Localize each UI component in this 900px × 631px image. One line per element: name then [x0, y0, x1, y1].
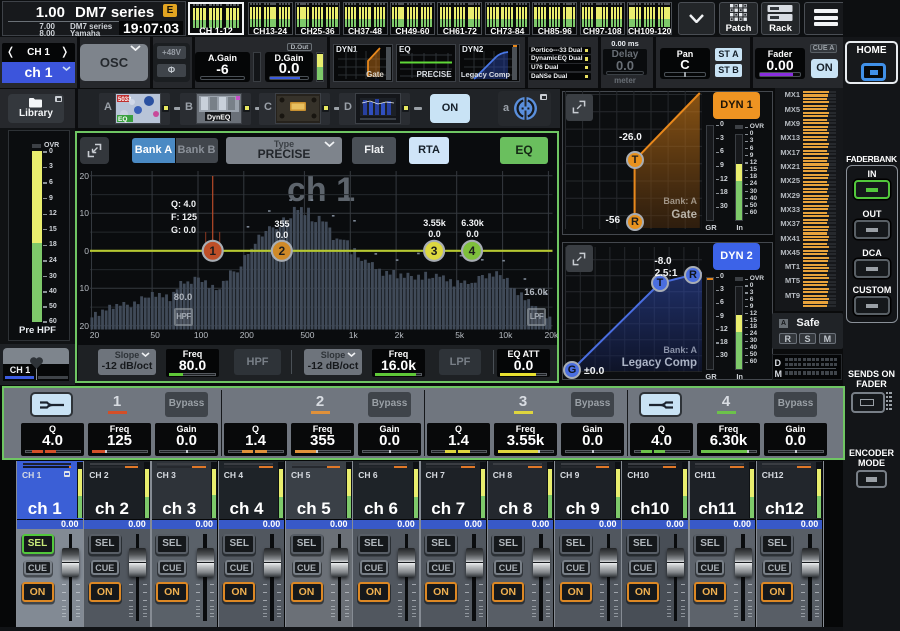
svg-text:2: 2 — [278, 244, 285, 258]
svg-text:3: 3 — [431, 244, 438, 258]
svg-text:DynEQ: DynEQ — [207, 115, 231, 122]
svg-text:4: 4 — [469, 244, 476, 258]
svg-text:EQ: EQ — [118, 116, 127, 123]
svg-text:1: 1 — [209, 244, 216, 258]
